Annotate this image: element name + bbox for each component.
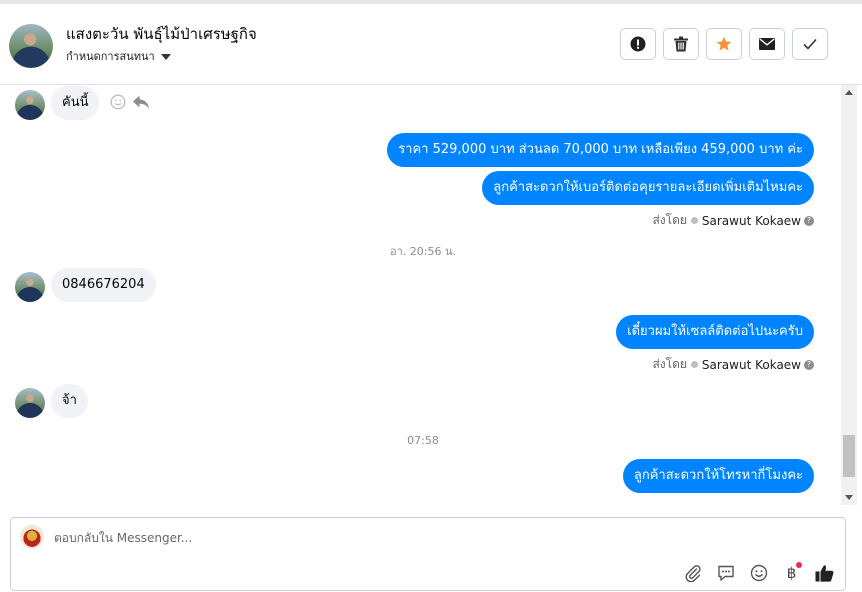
sender-avatar[interactable]	[15, 90, 45, 120]
checkmark-icon	[803, 38, 817, 50]
status-dot-icon	[690, 361, 698, 368]
scrollbar-thumb[interactable]	[843, 435, 855, 477]
sent-by-line: ส่งโดย Sarawut Kokaew ?	[652, 211, 814, 230]
envelope-icon	[759, 38, 775, 50]
react-emoji-icon[interactable]	[110, 94, 126, 110]
payment-button[interactable]: ฿	[781, 562, 802, 583]
help-icon[interactable]: ?	[804, 359, 814, 370]
message-thread[interactable]: คันนี้ ราคา 529,000 บาท ส่วนลด 70,000 บา…	[0, 85, 841, 505]
incoming-message[interactable]: จ้า	[51, 384, 88, 418]
emoji-button[interactable]	[748, 562, 769, 583]
star-button[interactable]	[706, 28, 742, 60]
sender-avatar[interactable]	[15, 388, 45, 418]
caret-down-icon	[160, 54, 171, 60]
scroll-down-arrow-icon[interactable]	[845, 495, 853, 500]
sent-by-name[interactable]: Sarawut Kokaew	[702, 214, 801, 228]
sent-by-label: ส่งโดย	[652, 357, 687, 371]
trash-icon	[674, 36, 688, 52]
contact-name[interactable]: แสงตะวัน พันธุ์ไม้ป่าเศรษฐกิจ	[66, 22, 257, 46]
sent-by-label: ส่งโดย	[652, 213, 687, 227]
report-button[interactable]	[620, 28, 656, 60]
attach-button[interactable]	[682, 562, 703, 583]
outgoing-message[interactable]: เดี๋ยวผมให้เซลล์ติดต่อไปนะครับ	[616, 315, 814, 349]
thumbs-up-icon	[815, 564, 834, 582]
scroll-up-arrow-icon[interactable]	[845, 90, 853, 95]
exclamation-circle-icon	[630, 36, 646, 52]
baht-payment-icon: ฿	[786, 563, 797, 582]
saved-reply-icon	[717, 565, 734, 581]
conversation-header: แสงตะวัน พันธุ์ไม้ป่าเศรษฐกิจ กำหนดการสน…	[0, 4, 862, 85]
sender-avatar[interactable]	[15, 272, 45, 302]
composer-tools: ฿	[682, 562, 835, 583]
timestamp: อา. 20:56 น.	[390, 245, 456, 258]
sent-by-line: ส่งโดย Sarawut Kokaew ?	[652, 355, 814, 374]
done-button[interactable]	[792, 28, 828, 60]
schedule-label: กำหนดการสนทนา	[66, 50, 155, 63]
outgoing-message[interactable]: ราคา 529,000 บาท ส่วนลด 70,000 บาท เหลือ…	[387, 133, 814, 167]
like-button[interactable]	[814, 562, 835, 583]
timestamp: 07:58	[407, 434, 439, 447]
mark-unread-button[interactable]	[749, 28, 785, 60]
status-dot-icon	[690, 217, 698, 224]
emoji-icon	[750, 564, 767, 581]
message-actions	[110, 94, 150, 110]
delete-button[interactable]	[663, 28, 699, 60]
incoming-message[interactable]: 0846676204	[51, 268, 156, 302]
help-icon[interactable]: ?	[804, 215, 814, 226]
thread-scrollbar[interactable]	[841, 85, 857, 505]
reply-composer: ฿	[10, 517, 846, 591]
star-icon	[716, 36, 732, 51]
notification-dot	[796, 562, 802, 568]
paperclip-icon	[685, 564, 701, 582]
conversation-schedule-dropdown[interactable]: กำหนดการสนทนา	[66, 47, 171, 65]
reply-input[interactable]	[54, 531, 654, 545]
page-avatar	[20, 525, 44, 549]
incoming-message[interactable]: คันนี้	[51, 86, 100, 120]
saved-reply-button[interactable]	[715, 562, 736, 583]
outgoing-message[interactable]: ลูกค้าสะดวกให้เบอร์ติดต่อคุยรายละเอียดเพ…	[482, 171, 814, 205]
contact-avatar[interactable]	[9, 24, 53, 68]
reply-icon[interactable]	[132, 94, 150, 110]
sent-by-name[interactable]: Sarawut Kokaew	[702, 358, 801, 372]
outgoing-message[interactable]: ลูกค้าสะดวกให้โทรหากี่โมงคะ	[622, 459, 814, 493]
